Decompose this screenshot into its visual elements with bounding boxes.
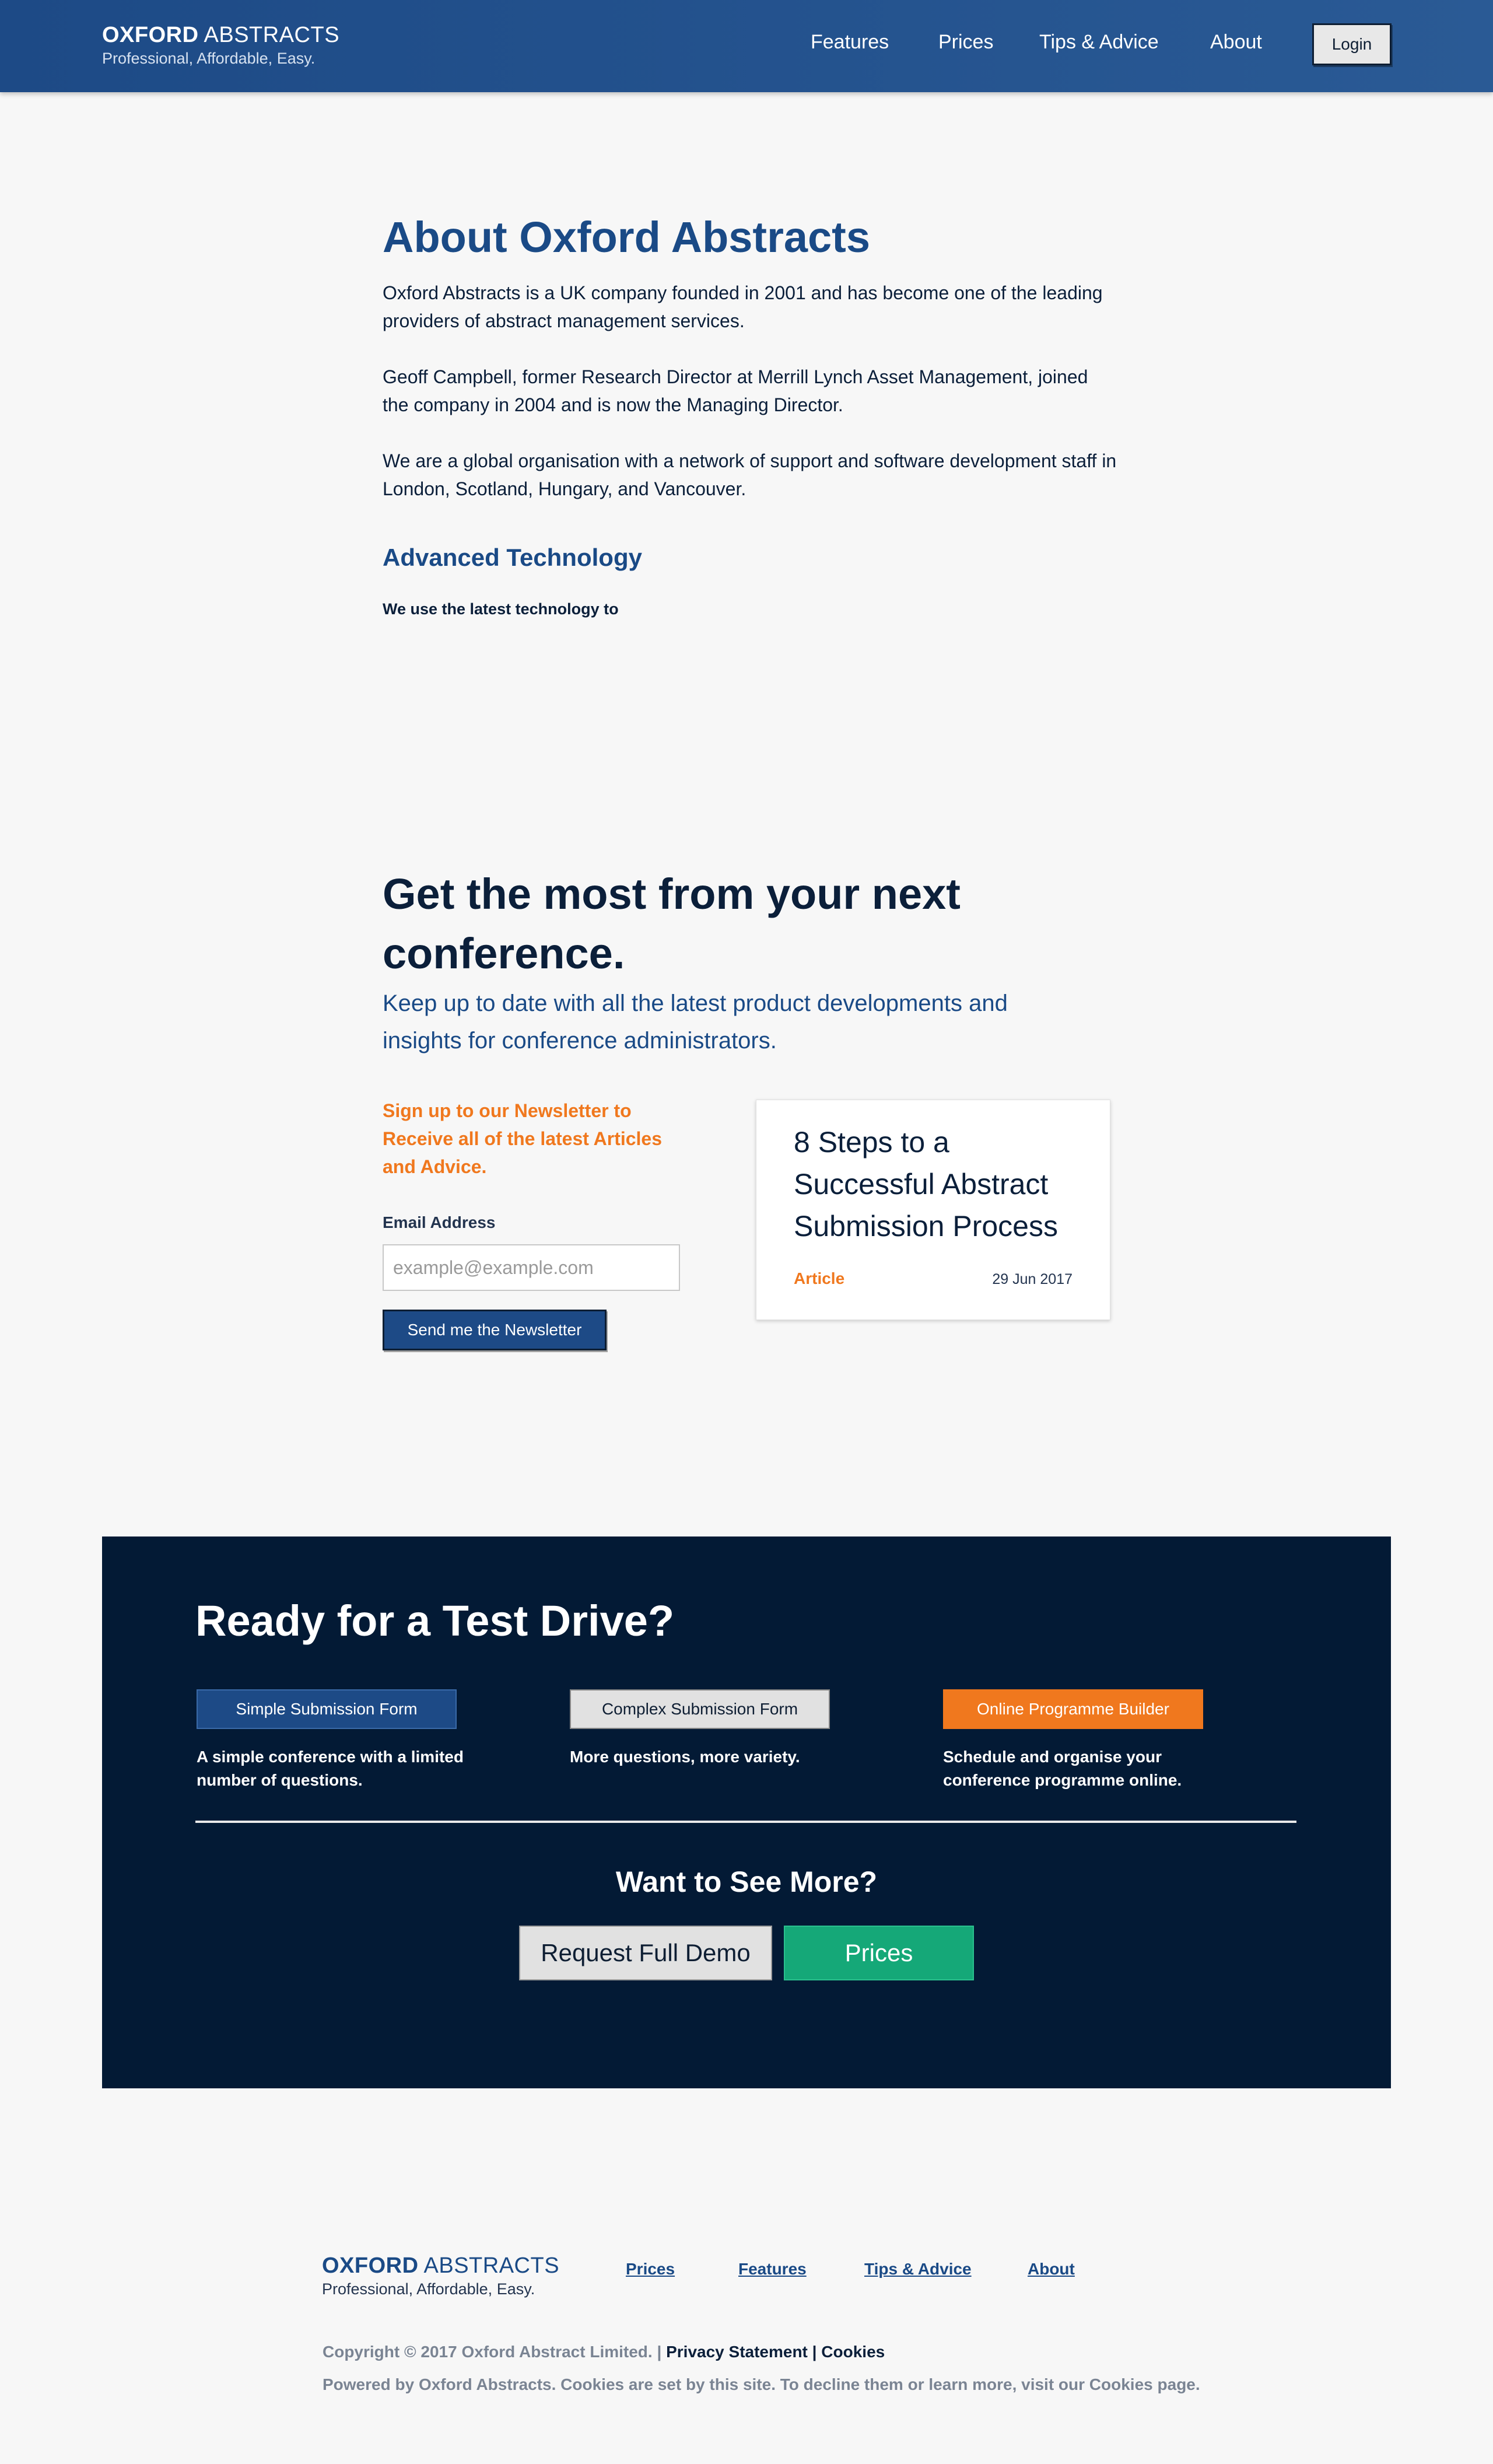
cookies-link[interactable]: Cookies <box>821 2343 885 2361</box>
article-title[interactable]: 8 Steps to a Successful Abstract Submiss… <box>794 1121 1074 1247</box>
nav-about[interactable]: About <box>1210 29 1262 55</box>
newsletter-signup-text: Sign up to our Newsletter to Receive all… <box>383 1100 663 1177</box>
section-divider <box>195 1821 1296 1823</box>
complex-form-description: More questions, more variety. <box>570 1748 800 1766</box>
powered-by-text: Powered by Oxford Abstracts. Cookies are… <box>323 2375 1200 2393</box>
footer-link-prices[interactable]: Prices <box>626 2258 675 2281</box>
simple-form-description: A simple conference with a limited numbe… <box>197 1748 464 1789</box>
test-drive-heading: Ready for a Test Drive? <box>195 1597 675 1645</box>
article-type-label: Article <box>794 1269 845 1287</box>
about-paragraph: We are a global organisation with a netw… <box>383 450 1117 499</box>
article-card[interactable]: 8 Steps to a Successful Abstract Submiss… <box>756 1100 1110 1320</box>
link-separator: | <box>807 2343 822 2361</box>
footer-link-about[interactable]: About <box>1028 2258 1075 2281</box>
prices-button[interactable]: Prices <box>784 1926 974 1980</box>
footer-logo-wordmark: OXFORD ABSTRACTS <box>322 2253 560 2278</box>
nav-features[interactable]: Features <box>811 29 889 55</box>
email-label: Email Address <box>383 1213 496 1231</box>
copyright-line: Copyright © 2017 Oxford Abstract Limited… <box>323 2340 885 2364</box>
article-date: 29 Jun 2017 <box>992 1271 1073 1287</box>
logo-tagline: Professional, Affordable, Easy. <box>102 50 316 67</box>
advanced-technology-text: We use the latest technology to <box>383 600 619 618</box>
footer-link-features[interactable]: Features <box>738 2258 807 2281</box>
online-programme-builder-button[interactable]: Online Programme Builder <box>943 1689 1203 1729</box>
about-paragraph: Geoff Campbell, former Research Director… <box>383 366 1088 415</box>
advanced-technology-heading: Advanced Technology <box>383 544 642 571</box>
send-newsletter-button[interactable]: Send me the Newsletter <box>383 1310 607 1350</box>
complex-submission-form-button[interactable]: Complex Submission Form <box>570 1689 830 1729</box>
see-more-heading: Want to See More? <box>615 1866 878 1898</box>
page-title: About Oxford Abstracts <box>383 213 870 261</box>
site-logo[interactable]: OXFORD ABSTRACTS Professional, Affordabl… <box>102 22 339 69</box>
request-demo-button[interactable]: Request Full Demo <box>519 1926 772 1980</box>
nav-tips-advice[interactable]: Tips & Advice <box>1039 29 1159 55</box>
simple-submission-form-button[interactable]: Simple Submission Form <box>197 1689 457 1729</box>
conference-subheading: Keep up to date with all the latest prod… <box>383 991 1008 1054</box>
nav-prices[interactable]: Prices <box>938 29 993 55</box>
programme-builder-description: Schedule and organise your conference pr… <box>943 1748 1182 1789</box>
footer-link-tips-advice[interactable]: Tips & Advice <box>864 2258 972 2281</box>
privacy-statement-link[interactable]: Privacy Statement <box>666 2343 808 2361</box>
footer-logo[interactable]: OXFORD ABSTRACTS Professional, Affordabl… <box>322 2253 559 2300</box>
logo-wordmark: OXFORD ABSTRACTS <box>102 23 340 47</box>
footer-logo-tagline: Professional, Affordable, Easy. <box>322 2280 535 2298</box>
login-button[interactable]: Login <box>1312 23 1392 65</box>
email-input[interactable] <box>383 1244 680 1291</box>
copyright-text: Copyright © 2017 Oxford Abstract Limited… <box>323 2343 667 2361</box>
test-drive-section: Ready for a Test Drive? Simple Submissio… <box>102 1536 1391 2088</box>
about-paragraph: Oxford Abstracts is a UK company founded… <box>383 282 1103 331</box>
site-header: OXFORD ABSTRACTS Professional, Affordabl… <box>0 0 1493 92</box>
conference-heading: Get the most from your next conference. <box>383 870 961 978</box>
